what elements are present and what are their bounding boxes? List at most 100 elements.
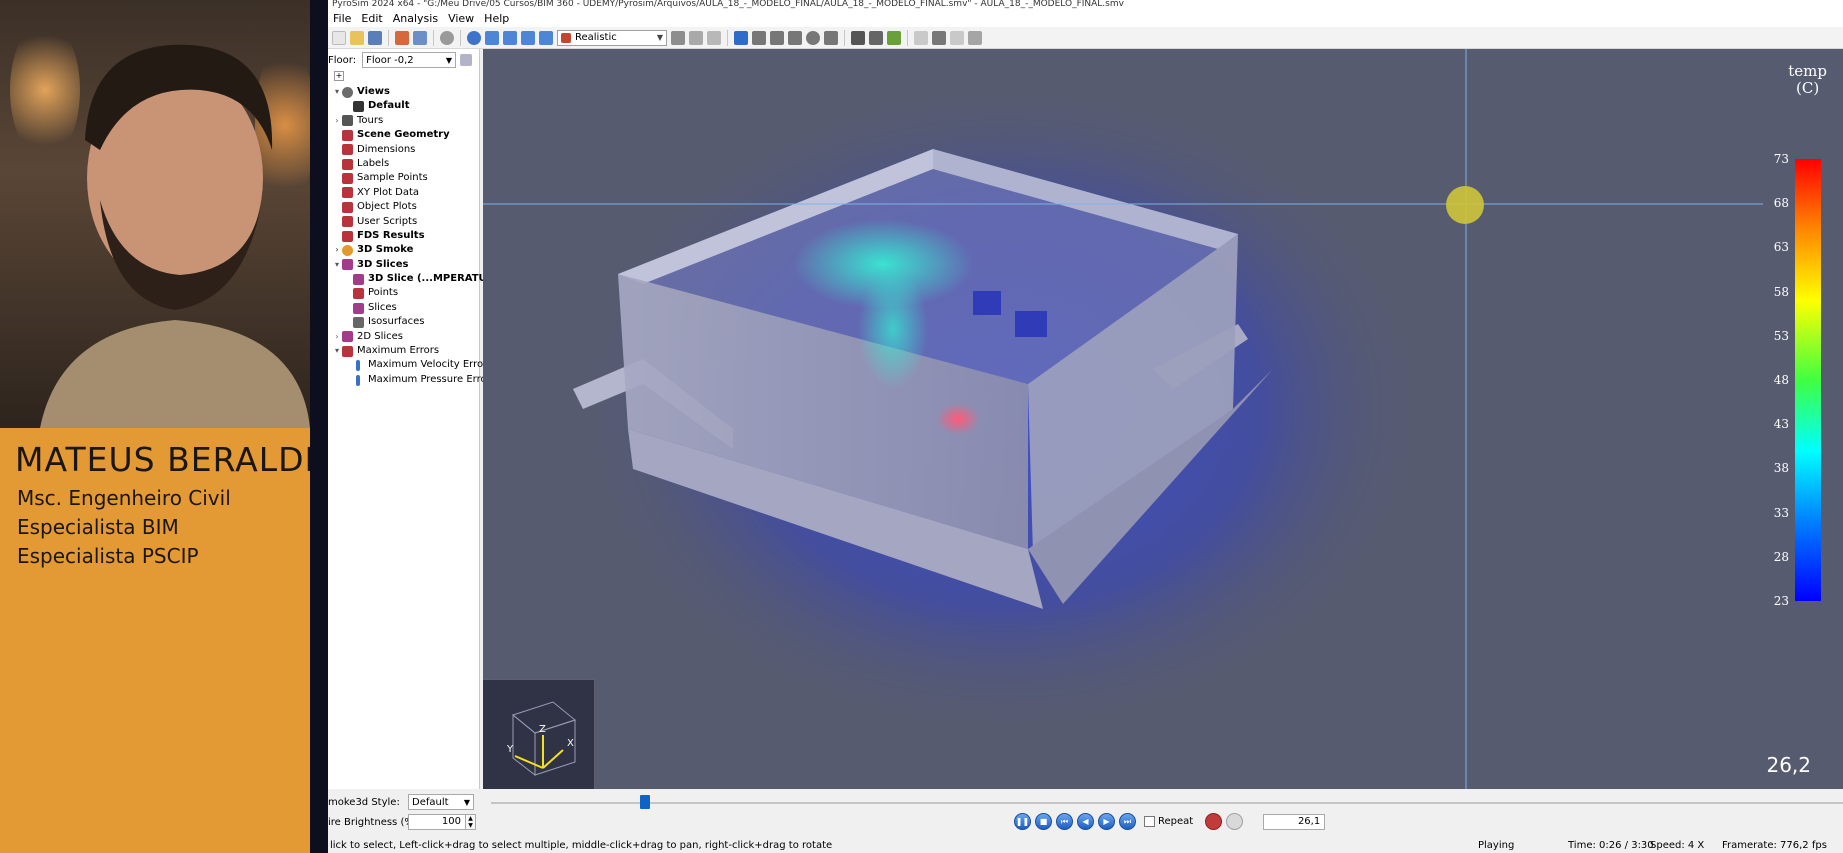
disabled-tool-icon[interactable] (914, 30, 928, 45)
disabled-tool-icon[interactable] (950, 30, 964, 45)
tree-item[interactable]: Maximum Velocity Error (328, 358, 487, 372)
skip-start-icon[interactable]: ⏮ (1056, 813, 1073, 830)
tree-item[interactable]: Default (328, 99, 480, 113)
open-folder-icon[interactable] (350, 30, 364, 45)
collapse-arrow-icon[interactable]: ▾ (332, 258, 342, 272)
settings-gear-icon[interactable] (887, 30, 901, 45)
repeat-toggle[interactable]: Repeat (1144, 816, 1193, 827)
wireframe-icon[interactable] (689, 30, 703, 45)
geometry-icon (342, 201, 353, 213)
floor-settings-icon[interactable] (460, 54, 473, 66)
tree-item-label: Slices (368, 301, 397, 313)
view-top-icon[interactable] (485, 30, 499, 45)
reset-view-icon[interactable] (467, 30, 481, 45)
solid-render-icon[interactable] (671, 30, 685, 45)
expand-all-icon[interactable]: + (334, 71, 344, 81)
tree-item[interactable]: Object Plots (328, 200, 480, 214)
floor-select[interactable]: Floor -0,2 ▼ (362, 52, 457, 68)
orbit-icon[interactable] (752, 30, 766, 45)
camera-icon (353, 101, 364, 113)
frame-time-input[interactable]: 26,1 (1263, 813, 1326, 830)
tree-item-label: Points (368, 287, 399, 299)
spinner-arrows-icon[interactable]: ▲ ▼ (466, 814, 476, 830)
tree-item[interactable]: ▾ Maximum Errors (328, 344, 480, 358)
menu-view[interactable]: View (443, 12, 479, 25)
tree-item[interactable]: Sample Points (328, 171, 480, 185)
export-icon[interactable] (395, 30, 409, 45)
walk-icon[interactable] (770, 30, 784, 45)
save-icon[interactable] (368, 30, 382, 45)
menu-edit[interactable]: Edit (356, 12, 387, 25)
step-back-icon[interactable]: ◀ (1077, 813, 1094, 830)
step-forward-icon[interactable]: ▶ (1098, 813, 1115, 830)
svg-text:Y: Y (506, 744, 514, 755)
toolbar-separator (727, 29, 728, 46)
text-tool-icon[interactable] (869, 30, 883, 45)
tree-item[interactable]: › 3D Smoke (328, 243, 480, 257)
time-readout: 26,2 (1766, 753, 1811, 777)
expand-arrow-icon[interactable]: › (332, 243, 342, 257)
select-pointer-icon[interactable] (734, 30, 748, 45)
tree-item[interactable]: › 2D Slices (328, 330, 480, 344)
collapse-arrow-icon[interactable]: ▾ (332, 344, 342, 358)
record-icon[interactable] (1205, 813, 1223, 830)
collapse-arrow-icon[interactable]: ▾ (332, 85, 342, 99)
fire-brightness-label: ire Brightness (%): (328, 816, 422, 828)
repeat-checkbox[interactable] (1144, 816, 1155, 827)
axis-orientation-widget: Z Y X (483, 679, 595, 789)
view-back-icon[interactable] (539, 30, 553, 45)
tree-item[interactable]: Maximum Pressure Error (328, 373, 491, 387)
presenter-panel: MATEUS BERALDI Msc. Engenheiro Civil Esp… (0, 0, 314, 853)
render-mode-select[interactable]: Realistic ▼ (557, 29, 667, 46)
tree-item[interactable]: › Tours (328, 114, 480, 128)
tree-item[interactable]: Scene Geometry (328, 128, 480, 142)
status-bar: lick to select, Left-click+drag to selec… (328, 839, 1843, 853)
skip-end-icon[interactable]: ⏭ (1119, 813, 1136, 830)
floor-value: Floor -0,2 (366, 54, 414, 66)
fire-brightness-input[interactable]: 100 (408, 814, 466, 830)
new-file-icon[interactable] (332, 30, 346, 45)
tree-item[interactable]: ▾ Views (328, 85, 480, 99)
tree-item[interactable]: User Scripts (328, 215, 480, 229)
stop-icon[interactable]: ■ (1035, 813, 1052, 830)
tree-item[interactable]: Labels (328, 157, 480, 171)
3d-viewport[interactable]: temp (C) 73 68 63 58 53 48 43 38 33 28 23 Z Y X (483, 49, 1843, 789)
menu-help[interactable]: Help (479, 12, 514, 25)
pan-icon[interactable] (788, 30, 802, 45)
toolbar: Realistic ▼ (328, 27, 1843, 49)
smoke-style-select[interactable]: Default ▼ (408, 794, 474, 810)
tree-item[interactable]: Points (328, 286, 480, 300)
crosshair-icon[interactable] (932, 30, 946, 45)
cursor-highlight (1446, 186, 1484, 224)
tree-item[interactable]: Dimensions (328, 143, 480, 157)
zoom-icon[interactable] (806, 30, 820, 45)
expand-arrow-icon[interactable]: › (332, 114, 342, 128)
tree-item[interactable]: ▾ 3D Slices (328, 258, 480, 272)
chevron-down-icon: ▼ (656, 33, 663, 42)
tree-item[interactable]: Slices (328, 301, 480, 315)
settings-icon[interactable] (440, 30, 454, 45)
menu-file[interactable]: File (328, 12, 356, 25)
measure-icon[interactable] (851, 30, 865, 45)
status-speed: Speed: 4 X (1650, 840, 1705, 851)
outline-icon[interactable] (707, 30, 721, 45)
expand-arrow-icon[interactable]: › (332, 330, 342, 344)
camera-tool-icon[interactable] (968, 30, 982, 45)
view-side-icon[interactable] (521, 30, 535, 45)
time-slider-thumb[interactable] (639, 795, 650, 809)
zoom-box-icon[interactable] (824, 30, 838, 45)
tree-item[interactable]: 3D Slice (...MPERATURE) (328, 272, 506, 286)
screen: MATEUS BERALDI Msc. Engenheiro Civil Esp… (0, 0, 1843, 853)
time-slider-track[interactable] (491, 802, 1843, 804)
info-icon (356, 374, 360, 386)
stop-record-icon[interactable] (1226, 813, 1244, 830)
scene-render (483, 49, 1763, 789)
tree-item[interactable]: XY Plot Data (328, 186, 480, 200)
tree-item[interactable]: FDS Results (328, 229, 480, 243)
menu-analysis[interactable]: Analysis (388, 12, 443, 25)
pause-icon[interactable]: ❚❚ (1014, 813, 1031, 830)
tree-item[interactable]: Isosurfaces (328, 315, 480, 329)
view-front-icon[interactable] (503, 30, 517, 45)
playback-controls: moke3d Style: Default ▼ ire Brightness (… (328, 789, 1843, 853)
image-export-icon[interactable] (413, 30, 427, 45)
